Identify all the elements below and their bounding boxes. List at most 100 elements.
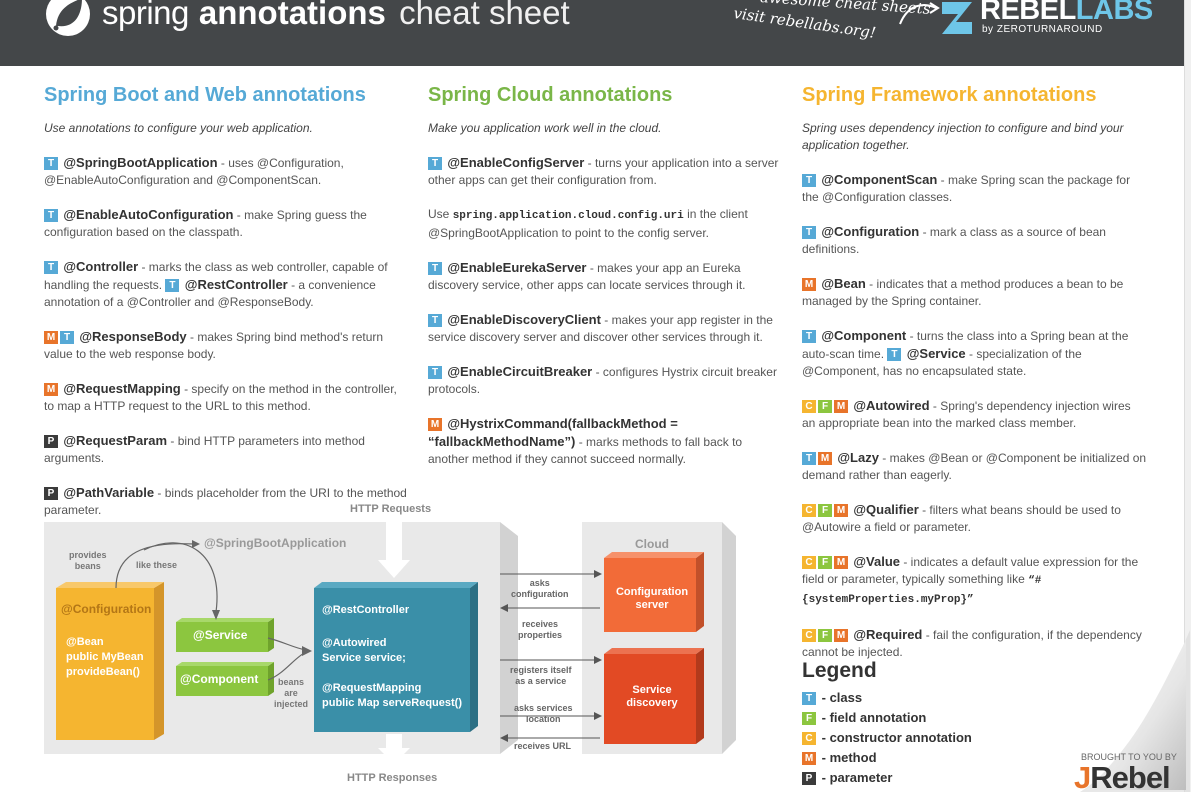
badge-field: F <box>802 712 816 725</box>
config-uri-note: Use spring.application.cloud.config.uri … <box>428 206 783 242</box>
legend: Legend T - class F - field annotation C … <box>802 659 972 789</box>
column-title: Spring Framework annotations <box>802 84 1097 106</box>
annotation-name: @RestController <box>184 277 288 292</box>
legend-item: F - field annotation <box>802 709 972 729</box>
rebel-text: REBEL <box>980 0 1076 26</box>
annotation-name: @Configuration <box>821 224 920 239</box>
annotation-name: @Controller <box>63 259 139 274</box>
legend-item: C - constructor annotation <box>802 729 972 749</box>
badge-type: T <box>802 452 816 465</box>
like-these-label: like these <box>136 560 178 570</box>
annotation-name: @ComponentScan <box>821 172 938 187</box>
badge-type: T <box>165 279 180 292</box>
legend-label: - parameter <box>821 770 893 785</box>
config-server-label: Configuration server <box>615 586 689 611</box>
badge-constructor: C <box>802 504 816 517</box>
badge-type: T <box>428 366 442 379</box>
annotation-name: @Bean <box>821 276 866 291</box>
curved-arrow-icon <box>899 2 940 25</box>
badge-constructor: C <box>802 400 816 413</box>
badge-method: M <box>428 418 442 431</box>
annotation-name: @Qualifier <box>853 502 919 517</box>
badge-type: T <box>60 331 74 344</box>
badge-constructor: C <box>802 732 816 745</box>
annotation-name: @Autowired <box>853 398 930 413</box>
annotation-name: @ResponseBody <box>79 329 187 344</box>
receives-properties-label: receives properties <box>518 619 563 640</box>
annotation-name: @Lazy <box>837 450 879 465</box>
annotation-entry: M @HystrixCommand(fallbackMethod = “fall… <box>428 415 783 468</box>
badge-type: T <box>428 157 442 170</box>
legend-title: Legend <box>802 659 877 682</box>
annotation-name: @RequestMapping <box>63 381 181 396</box>
annotation-entry: CFM @Value - indicates a default value e… <box>802 553 1147 609</box>
annotation-name: @Component <box>821 328 907 343</box>
spring-brand: spring <box>102 0 189 31</box>
annotation-entry: T @SpringBootApplication - uses @Configu… <box>44 154 409 189</box>
configuration-box-title: @Configuration <box>61 602 152 616</box>
annotation-name: @Required <box>853 627 923 642</box>
registers-itself-label: registers itself as a service <box>510 665 572 686</box>
badge-method: M <box>44 331 58 344</box>
badge-method: M <box>802 752 816 765</box>
badge-type: T <box>802 330 816 343</box>
asks-services-label: asks services location <box>514 703 573 724</box>
badge-method: M <box>802 278 816 291</box>
annotation-name: @EnableAutoConfiguration <box>63 207 234 222</box>
badge-parameter: P <box>44 435 58 448</box>
badge-type: T <box>44 157 58 170</box>
annotation-entry: TM @Lazy - makes @Bean or @Component be … <box>802 449 1147 484</box>
title-bold: annotations <box>198 0 386 31</box>
annotation-name: @PathVariable <box>63 485 155 500</box>
zeroturnaround-byline: by ZEROTURNAROUND <box>982 24 1103 35</box>
badge-method: M <box>818 452 832 465</box>
annotation-entry: T @ComponentScan - make Spring scan the … <box>802 171 1147 206</box>
column-boot-web: Spring Boot and Web annotations Use anno… <box>44 84 409 536</box>
annotation-desc: - filters what beans should be used to @… <box>802 503 1121 534</box>
jrebel-j: J <box>1074 760 1091 792</box>
annotation-name: @RequestParam <box>63 433 168 448</box>
note-prefix: Use <box>428 207 453 221</box>
column-intro: Make you application work well in the cl… <box>428 121 662 135</box>
jrebel-logo[interactable]: JRebel <box>1074 760 1171 792</box>
http-responses-label: HTTP Responses <box>347 772 438 784</box>
beans-injected-label: beans are injected <box>274 677 309 709</box>
legend-item: P - parameter <box>802 769 972 789</box>
service-box-label: @Service <box>193 628 248 642</box>
annotation-name: @Service <box>906 346 966 361</box>
labs-text: LABS <box>1075 0 1153 26</box>
badge-parameter: P <box>802 772 816 785</box>
badge-field: F <box>818 556 832 569</box>
annotation-name: @EnableCircuitBreaker <box>447 364 593 379</box>
badge-type: T <box>887 348 902 361</box>
annotation-entry: T @EnableDiscoveryClient - makes your ap… <box>428 311 783 346</box>
badge-method: M <box>834 556 848 569</box>
annotation-entry: T @EnableAutoConfiguration - make Spring… <box>44 206 409 241</box>
annotation-name: @EnableConfigServer <box>447 155 585 170</box>
jrebel-rebel: Rebel <box>1090 760 1170 792</box>
rebellabs-logo[interactable]: REBELLABS <box>980 0 1153 27</box>
configuration-box-code: @Bean public MyBean provideBean() <box>66 636 144 678</box>
http-requests-label: HTTP Requests <box>350 503 432 515</box>
annotation-entry: T @Component - turns the class into a Sp… <box>802 327 1147 380</box>
config-uri-property: spring.application.cloud.config.uri <box>452 210 684 222</box>
column-cloud: Spring Cloud annotations Make you applic… <box>428 84 783 485</box>
badge-type: T <box>802 692 816 705</box>
annotation-entry: T @Controller - marks the class as web c… <box>44 258 409 311</box>
annotation-entry: M @RequestMapping - specify on the metho… <box>44 380 409 415</box>
receives-url-label: receives URL <box>514 741 572 751</box>
rebellabs-logo-icon <box>942 2 972 34</box>
badge-constructor: C <box>802 556 816 569</box>
annotation-entry: T @EnableEurekaServer - makes your app a… <box>428 259 783 294</box>
annotation-entry: T @EnableCircuitBreaker - configures Hys… <box>428 363 783 398</box>
page-title: spring annotations cheat sheet <box>102 0 570 32</box>
annotation-entry: MT @ResponseBody - makes Spring bind met… <box>44 328 409 363</box>
badge-type: T <box>428 314 442 327</box>
legend-label: - class <box>821 690 863 705</box>
page-header: spring annotations cheat sheet awesome ch… <box>0 0 1191 66</box>
spring-leaf-icon <box>46 0 90 36</box>
annotation-entry: T @Configuration - mark a class as a sou… <box>802 223 1147 258</box>
rest-controller-mapping: @RequestMapping public Map serveRequest(… <box>322 682 462 709</box>
annotation-entry: P @RequestParam - bind HTTP parameters i… <box>44 432 409 467</box>
badge-method: M <box>834 400 848 413</box>
